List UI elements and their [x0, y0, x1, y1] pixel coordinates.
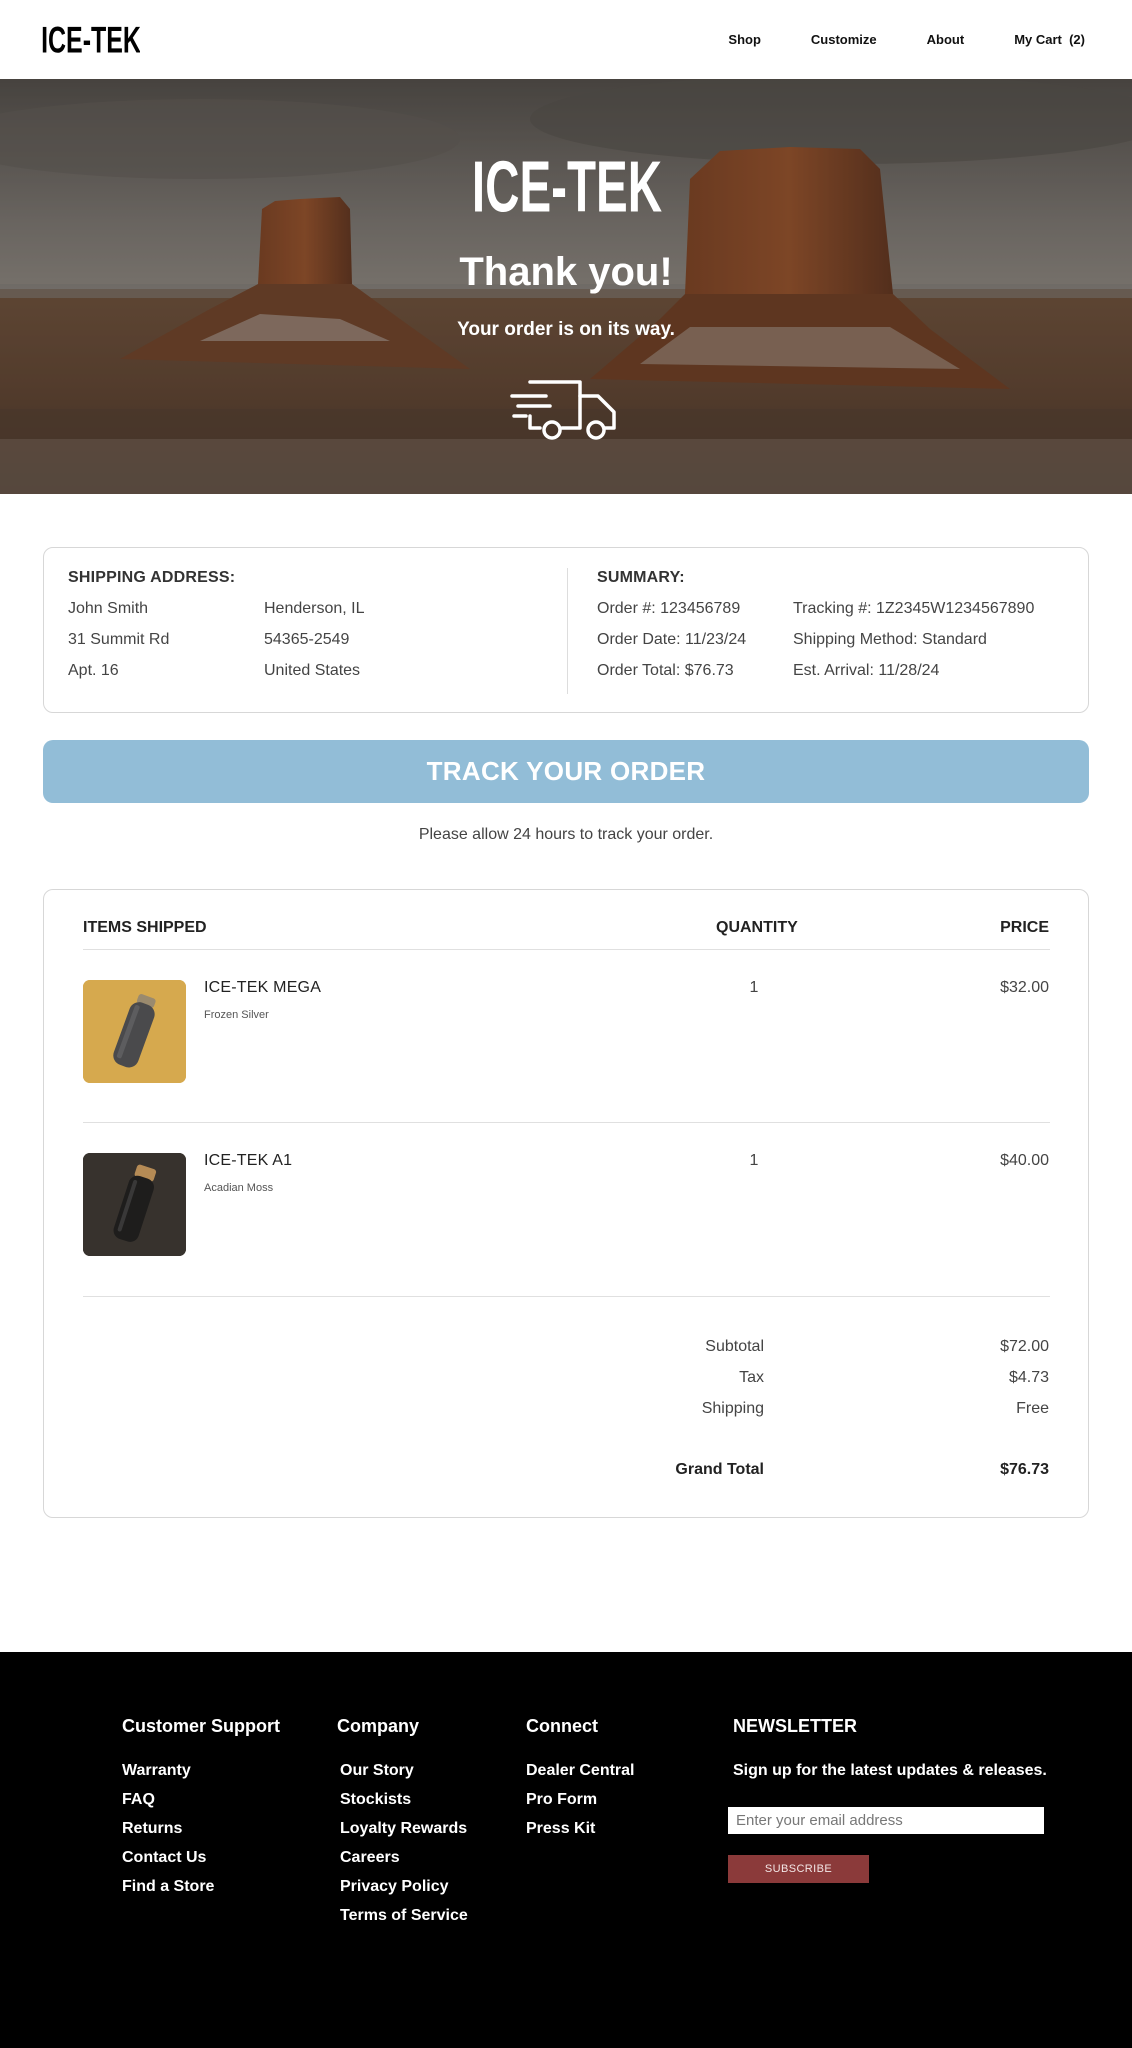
footer-link-our-story[interactable]: Our Story	[340, 1762, 414, 1780]
price-header: PRICE	[1000, 919, 1049, 936]
product-name[interactable]: ICE-TEK A1	[204, 1152, 292, 1170]
product-image[interactable]	[83, 1153, 186, 1256]
newsletter-email-input[interactable]	[728, 1807, 1044, 1834]
footer-link-careers[interactable]: Careers	[340, 1849, 400, 1867]
tracking-number[interactable]: Tracking #: 1Z2345W1234567890	[793, 600, 1034, 618]
bottle-icon	[83, 980, 186, 1083]
shipping-address-heading: SHIPPING ADDRESS:	[68, 569, 236, 586]
product-quantity: 1	[749, 979, 759, 996]
shipping-label: Shipping	[701, 1400, 764, 1417]
footer-link-find-store[interactable]: Find a Store	[122, 1878, 214, 1896]
order-total: Order Total: $76.73	[597, 662, 734, 679]
top-nav: ICE-TEK Shop Customize About My Cart (2)	[0, 0, 1132, 79]
footer-support-heading: Customer Support	[122, 1716, 281, 1736]
footer-link-press-kit[interactable]: Press Kit	[526, 1820, 595, 1838]
shipping-value: Free	[1016, 1400, 1049, 1417]
shipping-street: 31 Summit Rd	[68, 631, 170, 648]
shipping-zip: 54365-2549	[264, 631, 350, 648]
footer-link-loyalty[interactable]: Loyalty Rewards	[340, 1820, 467, 1838]
svg-text:ICE-TEK: ICE-TEK	[472, 146, 662, 226]
quantity-header: QUANTITY	[716, 919, 798, 936]
product-name[interactable]: ICE-TEK MEGA	[204, 979, 321, 997]
product-variant: Frozen Silver	[204, 1009, 269, 1021]
tax-value: $4.73	[1008, 1369, 1049, 1386]
summary-heading: SUMMARY:	[597, 569, 685, 586]
product-quantity: 1	[749, 1152, 759, 1169]
nav-shop[interactable]: Shop	[728, 32, 761, 47]
track-note: Please allow 24 hours to track your orde…	[418, 826, 714, 843]
product-variant: Acadian Moss	[204, 1182, 274, 1194]
items-shipped-card: ITEMS SHIPPED QUANTITY PRICE ICE-TEK MEG…	[43, 889, 1089, 1518]
site-footer: Customer Support Warranty FAQ Returns Co…	[0, 1652, 1132, 2048]
footer-link-faq[interactable]: FAQ	[122, 1791, 155, 1809]
grand-total-value: $76.73	[1000, 1461, 1049, 1478]
footer-link-terms[interactable]: Terms of Service	[340, 1907, 468, 1925]
footer-link-warranty[interactable]: Warranty	[122, 1762, 191, 1780]
bottle-icon	[83, 1153, 186, 1256]
product-price: $40.00	[1000, 1152, 1049, 1169]
nav-cart[interactable]: My Cart (2)	[1014, 32, 1085, 47]
footer-link-pro-form[interactable]: Pro Form	[526, 1791, 597, 1809]
grand-total-label: Grand Total	[675, 1461, 764, 1478]
shipping-country: United States	[264, 662, 361, 679]
newsletter-text: Sign up for the latest updates & release…	[733, 1762, 1047, 1779]
est-arrival: Est. Arrival: 11/28/24	[793, 662, 940, 679]
footer-company-heading: Company	[337, 1716, 420, 1736]
hero-logo: ICE-TEK	[472, 146, 662, 226]
subscribe-button[interactable]: SUBSCRIBE	[728, 1855, 869, 1883]
items-header: ITEMS SHIPPED	[83, 919, 207, 936]
footer-link-returns[interactable]: Returns	[122, 1820, 182, 1838]
nav-links: Shop Customize About My Cart (2)	[728, 0, 1085, 79]
order-number: Order #: 123456789	[597, 600, 741, 617]
hero-title: Thank you!	[459, 250, 673, 294]
order-date: Order Date: 11/23/24	[597, 631, 747, 648]
row-divider	[83, 1122, 1050, 1123]
subtotal-value: $72.00	[1000, 1338, 1049, 1355]
order-summary-card: SHIPPING ADDRESS: John Smith 31 Summit R…	[43, 547, 1089, 713]
shipping-method: Shipping Method: Standard	[793, 631, 987, 648]
svg-text:ICE-TEK: ICE-TEK	[42, 20, 140, 61]
nav-customize[interactable]: Customize	[811, 32, 877, 47]
footer-link-contact[interactable]: Contact Us	[122, 1849, 206, 1867]
hero-banner: ICE-TEK Thank you! Your order is on its …	[0, 79, 1132, 494]
nav-about[interactable]: About	[927, 32, 965, 47]
tax-label: Tax	[739, 1369, 764, 1386]
subtotal-label: Subtotal	[705, 1338, 764, 1355]
newsletter-heading: NEWSLETTER	[733, 1716, 857, 1736]
shipping-city: Henderson, IL	[264, 600, 365, 617]
delivery-truck-icon	[510, 380, 616, 440]
footer-link-stockists[interactable]: Stockists	[340, 1791, 411, 1809]
footer-link-privacy[interactable]: Privacy Policy	[340, 1878, 449, 1896]
shipping-name: John Smith	[68, 600, 149, 617]
product-image[interactable]	[83, 980, 186, 1083]
card-divider	[567, 568, 568, 694]
header-divider	[83, 949, 1050, 950]
hero-subtitle: Your order is on its way.	[457, 319, 675, 340]
brand-logo[interactable]: ICE-TEK	[42, 18, 140, 62]
row-divider	[83, 1296, 1050, 1297]
footer-link-dealer[interactable]: Dealer Central	[526, 1762, 635, 1780]
track-order-button[interactable]: TRACK YOUR ORDER	[43, 740, 1089, 803]
product-price: $32.00	[1000, 979, 1049, 996]
footer-connect-heading: Connect	[526, 1716, 598, 1736]
shipping-apt: Apt. 16	[68, 662, 119, 679]
